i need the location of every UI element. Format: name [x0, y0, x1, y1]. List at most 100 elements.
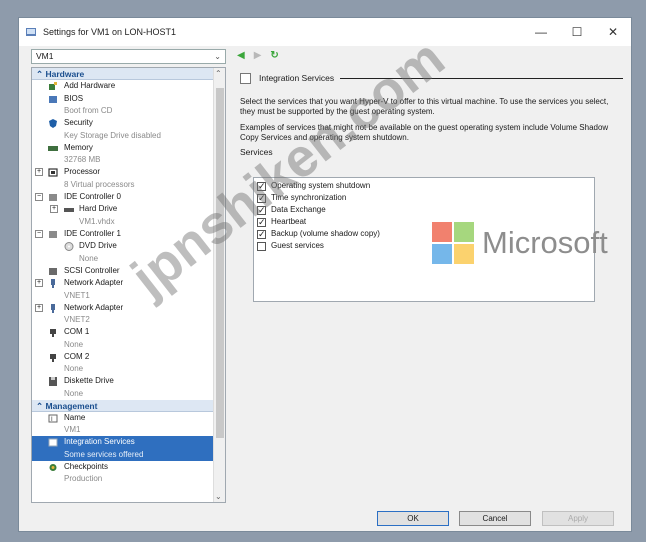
sidebar-item-integration-services[interactable]: Integration Services: [32, 436, 225, 449]
sidebar-item-label: COM 2: [64, 351, 90, 361]
service-data-exchange[interactable]: Data Exchange: [254, 204, 594, 216]
settings-window: Settings for VM1 on LON-HOST1 — ☐ ✕ VM1 …: [18, 17, 632, 532]
diskette-drive-detail: None: [64, 388, 84, 398]
sidebar-item-detail: Boot from CD: [32, 105, 225, 117]
processor-detail: 8 Virtual processors: [64, 179, 135, 189]
management-section-header[interactable]: ⌃ Management: [32, 399, 225, 412]
sidebar-item-com2[interactable]: COM 2: [32, 351, 225, 364]
minimize-button[interactable]: —: [523, 25, 559, 39]
sidebar-item-detail: 32768 MB: [32, 154, 225, 166]
back-arrow-icon[interactable]: ◀: [237, 51, 245, 61]
expand-icon[interactable]: +: [35, 303, 43, 312]
management-header-label: Management: [45, 400, 98, 411]
sidebar-item-detail: None: [32, 388, 225, 400]
close-button[interactable]: ✕: [595, 25, 631, 39]
refresh-icon[interactable]: ↻: [270, 51, 278, 61]
hardware-header-label: Hardware: [45, 69, 85, 79]
hardware-section-header[interactable]: ⌃ Hardware: [32, 68, 225, 80]
checkbox[interactable]: [257, 241, 266, 251]
sidebar-item-security[interactable]: Security: [32, 117, 225, 130]
com1-detail: None: [64, 339, 84, 349]
scroll-up-icon[interactable]: ⌃: [215, 69, 222, 78]
collapse-icon[interactable]: ⌃: [36, 401, 43, 411]
name-detail: VM1: [64, 425, 81, 434]
sidebar-item-checkpoints[interactable]: Checkpoints: [32, 461, 225, 474]
sidebar-item-label: Hard Drive: [79, 204, 118, 213]
integration-services-icon: [48, 438, 58, 447]
maximize-button[interactable]: ☐: [559, 25, 595, 39]
sidebar-item-bios[interactable]: BIOS: [32, 93, 225, 106]
window-title: Settings for VM1 on LON-HOST1: [43, 27, 177, 37]
sidebar-item-detail[interactable]: Some services offered: [32, 448, 225, 461]
dialog-buttons: OK Cancel Apply: [19, 508, 631, 532]
memory-icon: [48, 145, 58, 151]
processor-icon: [48, 168, 58, 177]
sidebar-item-detail: VNET2: [32, 314, 225, 326]
sidebar-item-memory[interactable]: Memory: [32, 142, 225, 155]
sidebar-item-label: Processor: [64, 167, 101, 176]
shield-icon: [49, 119, 57, 128]
ok-button[interactable]: OK: [377, 511, 449, 526]
ide-controller-icon: [49, 193, 57, 201]
sidebar-item-network-adapter-2[interactable]: + Network Adapter: [32, 302, 225, 315]
diskette-icon: [49, 377, 57, 386]
microsoft-logo-grid: [432, 222, 474, 264]
checkpoints-detail: Production: [64, 474, 103, 483]
add-hardware-icon: [49, 82, 57, 90]
bios-chip-icon: [49, 95, 57, 103]
security-detail: Key Storage Drive disabled: [64, 130, 161, 140]
chevron-down-icon[interactable]: ⌄: [214, 50, 221, 63]
bios-detail: Boot from CD: [64, 106, 113, 115]
com2-detail: None: [64, 364, 84, 373]
sidebar-item-com1[interactable]: COM 1: [32, 326, 225, 339]
scroll-down-icon[interactable]: ⌄: [215, 492, 222, 501]
service-label: Guest services: [271, 241, 324, 250]
sidebar-item-name[interactable]: I Name: [32, 412, 225, 425]
settings-app-icon: [26, 28, 36, 36]
logo-square-red: [432, 222, 452, 242]
expand-icon[interactable]: +: [35, 279, 43, 287]
vm-selector[interactable]: VM1 ⌄: [31, 49, 226, 64]
settings-tree: ⌃ Hardware Add Hardware BIOS Boot from C…: [31, 67, 226, 503]
scsi-controller-icon: [49, 267, 57, 275]
sidebar-item-detail: None: [32, 363, 225, 375]
sidebar-item-label: Network Adapter: [64, 278, 124, 287]
com-port-icon: [50, 353, 56, 362]
collapse-icon[interactable]: −: [35, 192, 43, 201]
collapse-icon[interactable]: −: [35, 229, 43, 238]
logo-square-yellow: [454, 244, 474, 264]
scrollbar-thumb[interactable]: [216, 88, 224, 438]
apply-button[interactable]: Apply: [542, 511, 614, 526]
sidebar-item-add-hardware[interactable]: Add Hardware: [32, 80, 225, 93]
sidebar-item-diskette-drive[interactable]: Diskette Drive: [32, 375, 225, 388]
navigation-buttons: ◀ ▶ ↻: [237, 51, 279, 61]
sidebar-item-label: Integration Services: [64, 437, 135, 446]
title-bar: Settings for VM1 on LON-HOST1 — ☐ ✕: [19, 18, 631, 46]
sidebar-item-label: SCSI Controller: [64, 265, 120, 275]
sidebar-item-label: BIOS: [64, 93, 84, 103]
sidebar-item-detail: Key Storage Drive disabled: [32, 130, 225, 142]
dvd-drive-detail: None: [79, 253, 99, 263]
vm-selector-value: VM1: [36, 51, 54, 61]
memory-detail: 32768 MB: [64, 155, 101, 164]
com-port-icon: [50, 329, 56, 337]
forward-arrow-icon[interactable]: ▶: [254, 51, 262, 61]
checkbox[interactable]: [257, 228, 266, 240]
cancel-button[interactable]: Cancel: [459, 511, 531, 526]
logo-square-green: [454, 222, 474, 242]
sidebar-item-label: COM 1: [64, 327, 90, 336]
sidebar-scrollbar[interactable]: ⌃ ⌄: [213, 68, 225, 502]
sidebar-item-label: Add Hardware: [64, 81, 116, 90]
sidebar-item-detail: None: [32, 339, 225, 351]
microsoft-logo: Microsoft: [432, 222, 608, 264]
expand-icon[interactable]: +: [50, 205, 58, 213]
expand-icon[interactable]: +: [35, 168, 43, 176]
service-label: Backup (volume shadow copy): [271, 229, 380, 238]
network-adapter-icon: [51, 279, 55, 288]
sidebar-item-detail: 8 Virtual processors: [32, 179, 225, 191]
sidebar-item-processor[interactable]: + Processor: [32, 166, 225, 179]
dvd-disc-icon: [64, 242, 74, 251]
integration-services-detail: Some services offered: [64, 449, 144, 459]
sidebar-item-label: Checkpoints: [64, 461, 109, 471]
collapse-icon[interactable]: ⌃: [36, 69, 43, 79]
